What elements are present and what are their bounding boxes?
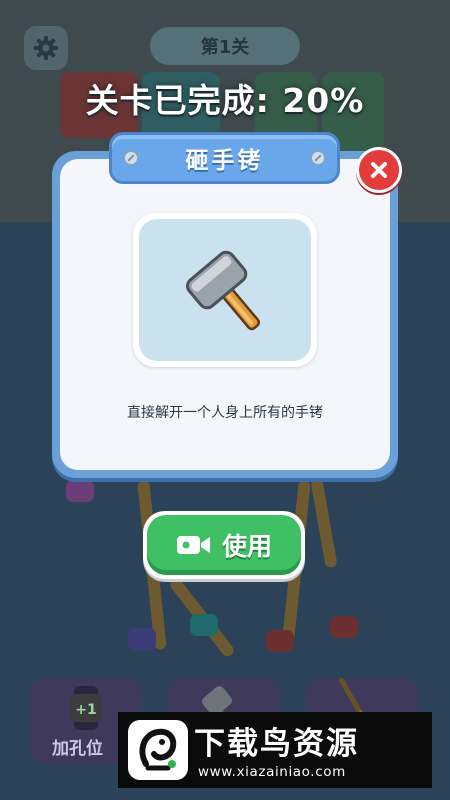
svg-text:+1: +1 (75, 702, 96, 718)
bg-handcuff (128, 628, 156, 650)
tool-label: 加孔位 (52, 739, 103, 759)
gear-icon (34, 36, 58, 60)
bg-handcuff (190, 614, 218, 636)
bird-logo-icon (128, 720, 188, 780)
item-description: 直接解开一个人身上所有的手铐 (127, 405, 323, 421)
item-preview-well (139, 219, 311, 361)
close-button[interactable] (356, 147, 402, 193)
use-button[interactable]: 使用 (143, 511, 305, 579)
dialog-title-banner: 砸手铐 (109, 132, 340, 184)
watermark-title: 下载鸟资源 (194, 726, 359, 762)
use-button-label: 使用 (221, 532, 272, 561)
close-icon (371, 162, 387, 178)
settings-button[interactable] (24, 26, 68, 70)
level-indicator: 第1关 (150, 27, 300, 65)
level-progress-title: 关卡已完成: 20% (85, 81, 365, 120)
dialog-title: 砸手铐 (185, 148, 264, 174)
watermark-url: www.xiazainiao.com (198, 764, 346, 780)
watch-plus-one-icon: +1 (70, 686, 102, 730)
bg-handcuff (330, 616, 358, 638)
bg-handcuff (66, 480, 94, 502)
watermark-banner: 下载鸟资源 www.xiazainiao.com (118, 712, 432, 788)
use-button-face: 使用 (147, 515, 301, 575)
bg-handcuff (266, 630, 294, 652)
video-camera-icon (176, 536, 210, 554)
hammer-icon (186, 250, 261, 331)
item-preview-frame (133, 213, 317, 367)
